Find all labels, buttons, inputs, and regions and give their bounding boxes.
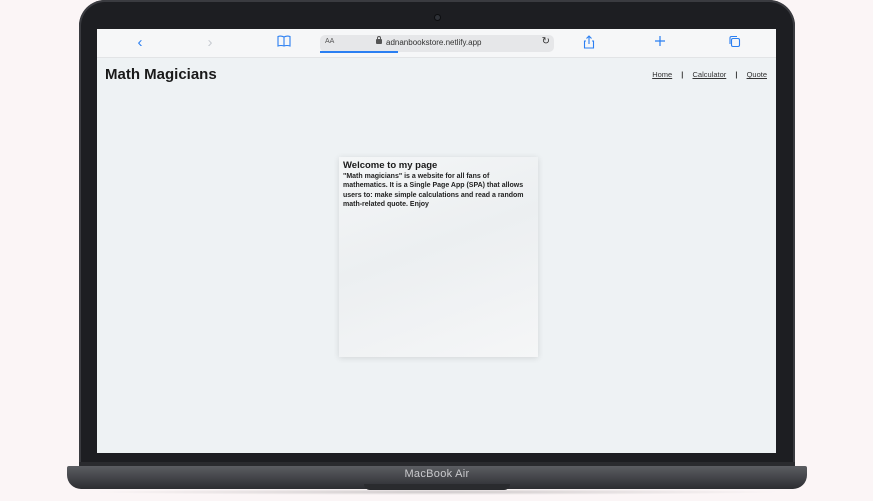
laptop-shadow [90, 489, 784, 495]
nav-link-calculator[interactable]: Calculator [693, 70, 727, 79]
page-title: Math Magicians [105, 66, 217, 83]
tabs-icon[interactable] [727, 35, 741, 51]
url-text: adnanbookstore.netlify.app [386, 38, 482, 47]
nav-link-quote[interactable]: Quote [747, 70, 767, 79]
welcome-heading: Welcome to my page [343, 160, 438, 171]
address-bar[interactable]: AA adnanbookstore.netlify.app ↻ [320, 35, 554, 53]
chevron-left-icon[interactable]: ‹ [133, 35, 147, 51]
chevron-right-icon[interactable]: › [203, 35, 217, 51]
page-load-progress [320, 51, 398, 53]
welcome-card: Welcome to my page "Math magicians" is a… [339, 157, 538, 357]
lock-icon [376, 36, 382, 44]
plus-icon[interactable] [653, 35, 667, 51]
welcome-text: "Math magicians" is a website for all fa… [343, 173, 524, 208]
camera-icon [435, 15, 440, 20]
device-label: MacBook Air [404, 468, 470, 480]
laptop-screen: ‹ › AA adnanbookstore.netlify.app ↻ Math… [97, 29, 776, 453]
main-nav: Home | Calculator | Quote [652, 70, 767, 79]
nav-separator: | [681, 70, 684, 79]
share-icon[interactable] [582, 35, 596, 51]
reload-icon[interactable]: ↻ [542, 36, 550, 47]
book-icon[interactable] [276, 35, 292, 51]
browser-toolbar: ‹ › AA adnanbookstore.netlify.app ↻ [97, 29, 776, 58]
nav-link-home[interactable]: Home [652, 70, 672, 79]
nav-separator: | [735, 70, 738, 79]
reader-text-size-button[interactable]: AA [325, 38, 334, 45]
